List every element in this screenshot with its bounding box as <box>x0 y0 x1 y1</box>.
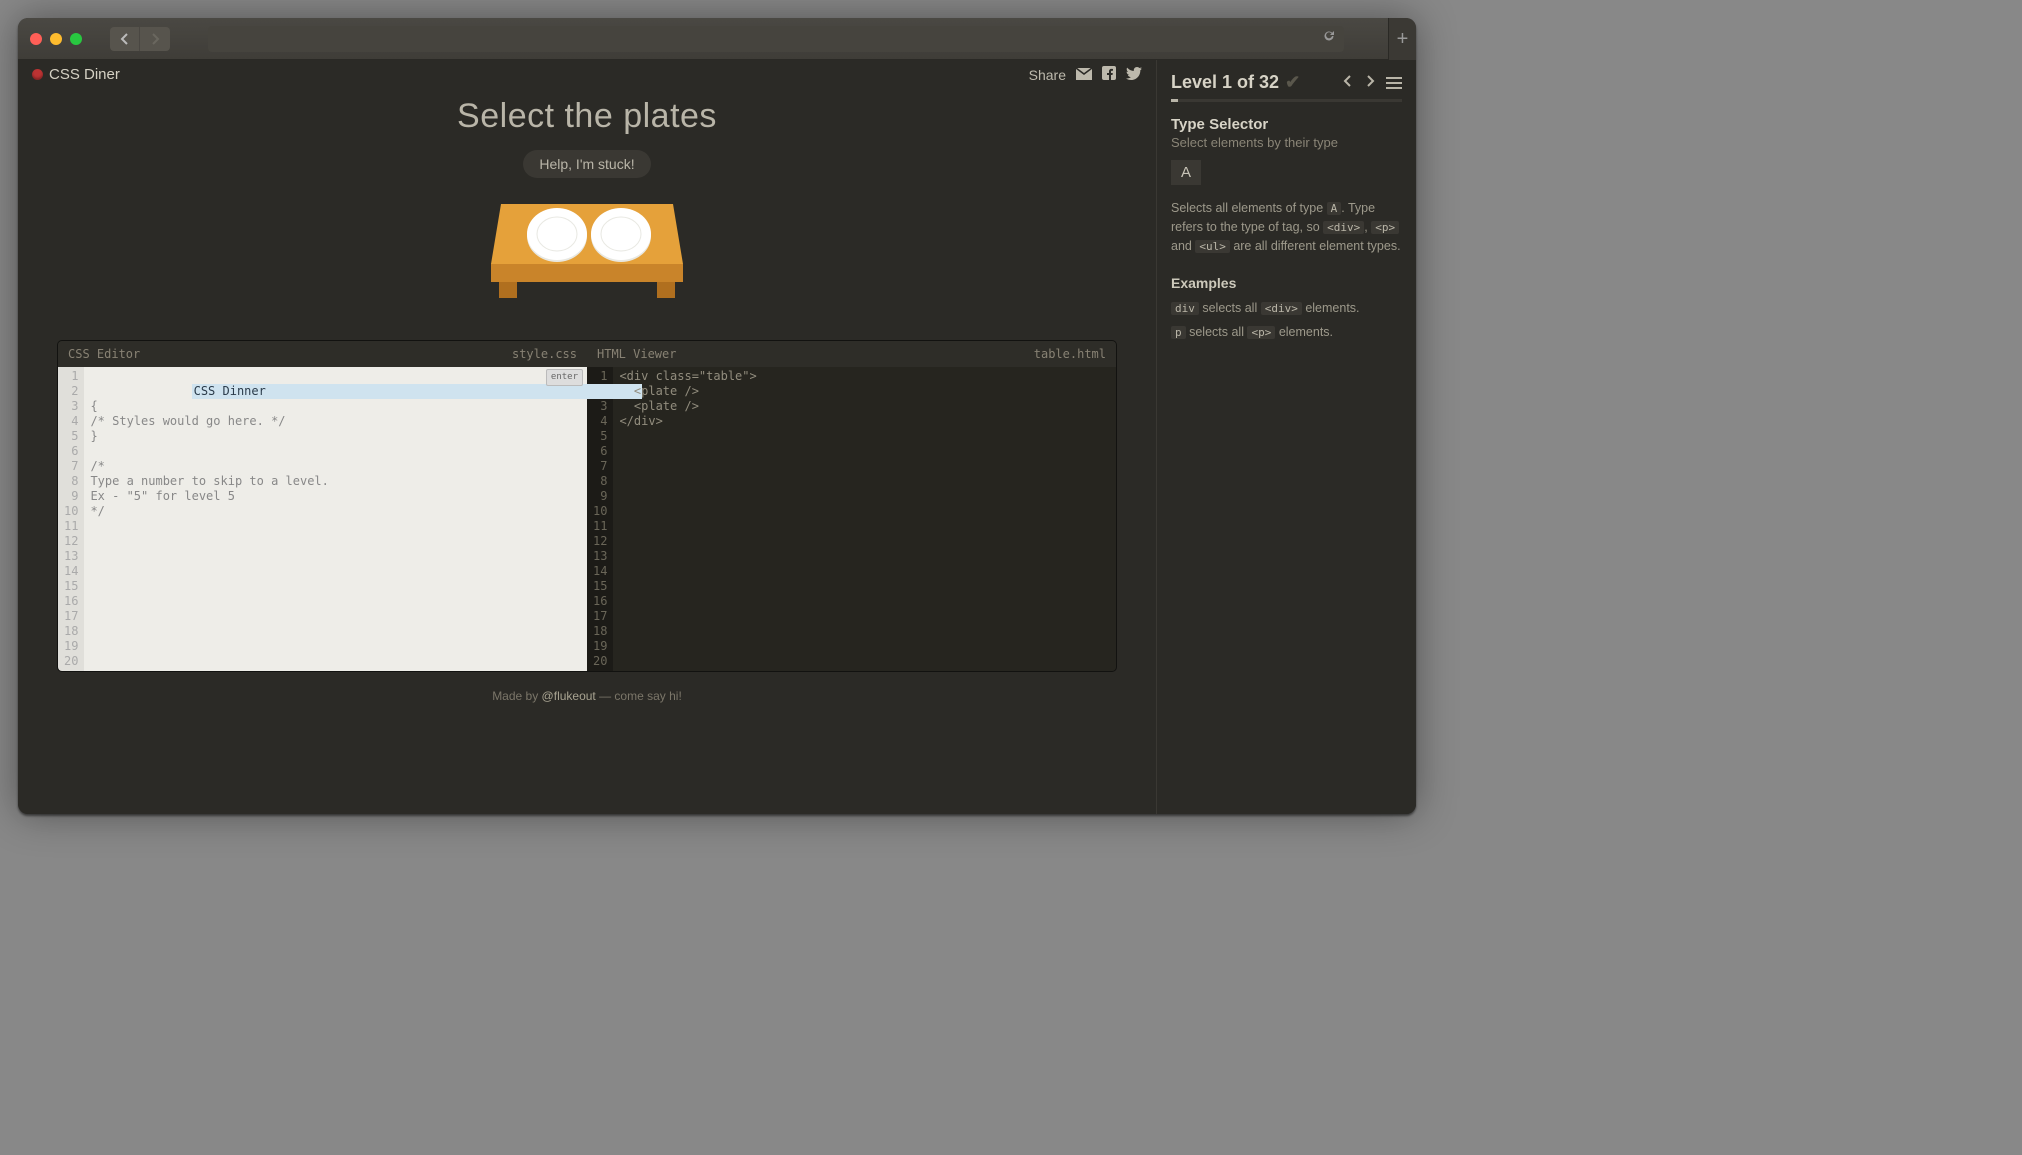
app-brand[interactable]: CSS Diner <box>32 66 120 83</box>
html-viewer-pane: HTML Viewer table.html 12345678910111213… <box>587 341 1116 671</box>
css-editor-title: CSS Editor <box>68 347 140 361</box>
close-window-button[interactable] <box>30 33 42 45</box>
back-button[interactable] <box>110 27 140 51</box>
browser-window: + CSS Diner Share Select the plates Help… <box>18 18 1416 814</box>
challenge-title: Select the plates <box>18 97 1156 136</box>
brand-icon <box>32 69 43 80</box>
selector-description: Selects all elements of type A. Type ref… <box>1171 199 1402 255</box>
html-line-gutter: 1234567891011121314151617181920 <box>587 367 613 671</box>
main-area: CSS Diner Share Select the plates Help, … <box>18 60 1156 814</box>
forward-button[interactable] <box>140 27 170 51</box>
footer: Made by @flukeout — come say hi! <box>18 681 1156 717</box>
address-bar[interactable] <box>208 26 1344 52</box>
css-input[interactable]: CSS Dinner <box>192 384 643 399</box>
example-row: div selects all <div> elements. <box>1171 301 1402 315</box>
next-level-button[interactable] <box>1364 74 1376 92</box>
examples-heading: Examples <box>1171 275 1402 291</box>
footer-author-link[interactable]: @flukeout <box>542 689 596 703</box>
footer-prefix: Made by <box>492 689 541 703</box>
minimize-window-button[interactable] <box>50 33 62 45</box>
level-label: Level 1 of 32 <box>1171 72 1279 93</box>
app-topbar: CSS Diner Share <box>18 60 1156 89</box>
menu-icon[interactable] <box>1386 77 1402 89</box>
editor-panels: CSS Editor style.css 1234567891011121314… <box>58 341 1116 671</box>
example-row: p selects all <p> elements. <box>1171 325 1402 339</box>
table-scene <box>487 196 687 321</box>
prev-level-button[interactable] <box>1342 74 1354 92</box>
selector-title: Type Selector <box>1171 116 1402 133</box>
css-placeholder-text: { /* Styles would go here. */ } /* Type … <box>90 399 328 518</box>
syntax-pattern: A <box>1171 160 1201 185</box>
titlebar: + <box>18 18 1416 60</box>
maximize-window-button[interactable] <box>70 33 82 45</box>
footer-suffix: — come say hi! <box>596 689 682 703</box>
level-progress <box>1171 99 1402 102</box>
css-code-area[interactable]: CSS Dinnerenter { /* Styles would go her… <box>84 367 587 671</box>
reload-icon[interactable] <box>1322 29 1336 48</box>
mail-icon[interactable] <box>1076 67 1092 83</box>
sidebar-header: Level 1 of 32 ✔ <box>1171 72 1402 93</box>
share-group: Share <box>1029 66 1142 83</box>
html-code-area: <div class="table"> <plate /> <plate /> … <box>613 367 1116 671</box>
page-content: CSS Diner Share Select the plates Help, … <box>18 60 1416 814</box>
sidebar: Level 1 of 32 ✔ Type Selector Select ele… <box>1156 60 1416 814</box>
examples-list: div selects all <div> elements. p selects… <box>1171 301 1402 339</box>
twitter-icon[interactable] <box>1126 67 1142 83</box>
html-filename: table.html <box>1034 347 1106 361</box>
window-controls <box>30 33 82 45</box>
nav-buttons <box>110 27 170 51</box>
css-filename: style.css <box>512 347 577 361</box>
selector-subtitle: Select elements by their type <box>1171 135 1402 150</box>
facebook-icon[interactable] <box>1102 66 1116 83</box>
css-line-gutter: 1234567891011121314151617181920 <box>58 367 84 671</box>
new-tab-button[interactable]: + <box>1388 18 1416 60</box>
help-button[interactable]: Help, I'm stuck! <box>523 150 650 178</box>
html-viewer-title: HTML Viewer <box>597 347 676 361</box>
check-icon: ✔ <box>1285 72 1300 93</box>
share-label: Share <box>1029 67 1066 83</box>
app-title: CSS Diner <box>49 66 120 83</box>
enter-button[interactable]: enter <box>546 369 583 386</box>
css-editor-pane: CSS Editor style.css 1234567891011121314… <box>58 341 587 671</box>
hero: Select the plates Help, I'm stuck! <box>18 89 1156 321</box>
